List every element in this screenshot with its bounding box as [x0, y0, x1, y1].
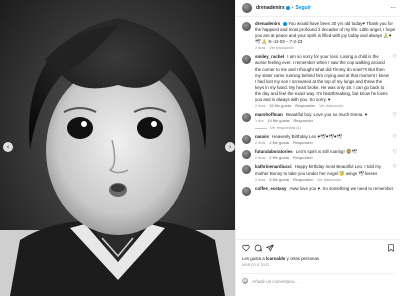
commenter-avatar[interactable] — [242, 150, 251, 160]
author-username[interactable]: drenadenirs — [256, 5, 285, 11]
comment-time: 2 días — [255, 104, 266, 109]
see-translation-link[interactable]: Ver traducción — [319, 104, 343, 108]
reply-button[interactable]: Responder — [293, 156, 313, 160]
boy-portrait-image — [0, 0, 235, 296]
post-actions: Les gusta a lcarnaldo y otras personas M… — [236, 239, 400, 296]
likes-suffix[interactable]: y otras personas — [285, 256, 319, 261]
caption-time: 2 días — [255, 46, 266, 51]
post-sidebar: drenadenirs • Seguir ··· drenadenirs You… — [235, 0, 400, 296]
author-avatar[interactable] — [242, 22, 251, 31]
like-comment-heart-icon[interactable]: ♡ — [393, 54, 397, 108]
follow-button[interactable]: Seguir — [295, 5, 311, 11]
separator-dot: • — [291, 5, 294, 11]
comment-time: 2 días — [255, 141, 266, 146]
comment-time: 1 día — [255, 119, 264, 124]
comment-likes[interactable]: 10 Me gusta — [268, 119, 290, 123]
comment-time: 2 días — [255, 156, 266, 161]
comment-likes[interactable]: 2 Me gusta — [269, 156, 289, 160]
commenter-username[interactable]: coffee_ecstasy — [255, 186, 287, 191]
comment-item: smiley_rachel I am so sorry for your los… — [236, 54, 400, 108]
commenter-avatar[interactable] — [242, 186, 251, 196]
verified-badge-icon — [285, 6, 290, 10]
comment-text: I am so sorry for your loss. Losing a ch… — [255, 54, 389, 103]
add-comment-bar[interactable]: ☺ Añade un comentario... — [242, 273, 395, 285]
caption-username[interactable]: drenadenirs — [255, 21, 280, 26]
previous-image-button[interactable]: ‹ — [3, 142, 13, 152]
comment-likes[interactable]: 2 Me gusta — [269, 141, 289, 145]
comment-text: Beautiful boy. Love you so much Drena. ♥ — [286, 112, 368, 118]
commenter-avatar[interactable] — [242, 135, 251, 145]
commenter-username[interactable]: nauvis — [255, 134, 269, 139]
more-options-icon[interactable]: ··· — [390, 5, 396, 12]
add-comment-input[interactable]: Añade un comentario... — [252, 279, 297, 284]
view-replies-label[interactable]: Ver respuestas (1) — [270, 126, 301, 130]
verified-badge-icon — [283, 21, 288, 26]
comment-likes[interactable]: 5 Me gusta — [269, 178, 289, 182]
reply-button[interactable]: Responder — [293, 119, 313, 123]
comment-time: 2 días — [255, 177, 266, 182]
like-comment-heart-icon[interactable]: ♡ — [393, 164, 397, 181]
reply-button[interactable]: Responder — [293, 178, 313, 182]
comment-item: futuralaboratories Leo's spirit is still… — [236, 149, 400, 160]
commenter-username[interactable]: futuralaboratories — [255, 149, 293, 154]
comment-text: Aww love you ♥. So something we need to … — [289, 185, 394, 191]
comment-text: Heavenly Birthday Leo ♥🕊♥🕊♥🕊 — [272, 134, 343, 140]
replies-divider — [255, 127, 267, 129]
comment-item: marshoffman Beautiful boy. Love you so m… — [236, 112, 400, 130]
post-date: MARZO 8 2023 — [242, 263, 270, 267]
comment-icon[interactable] — [254, 244, 262, 252]
see-translation-link[interactable]: Ver traducción — [317, 178, 341, 182]
like-comment-heart-icon[interactable]: ♡ — [393, 134, 397, 145]
next-image-button[interactable]: › — [225, 142, 235, 152]
commenter-avatar[interactable] — [242, 55, 251, 65]
comment-item: nauvis Heavenly Birthday Leo ♥🕊♥🕊♥🕊 2 dí… — [236, 134, 400, 145]
comment-item: coffee_ecstasy Aww love you ♥. So someth… — [236, 186, 400, 196]
comment-text: Leo's spirit is still roaring! 🦁🕊 — [295, 149, 357, 155]
like-comment-heart-icon[interactable]: ♡ — [393, 112, 397, 130]
comment-likes[interactable]: 10 Me gusta — [269, 104, 291, 108]
commenter-avatar[interactable] — [242, 165, 251, 175]
like-heart-icon[interactable] — [242, 244, 250, 252]
author-avatar[interactable] — [242, 3, 252, 13]
like-comment-heart-icon[interactable]: ♡ — [393, 149, 397, 160]
commenter-username[interactable]: kathrinenardiucci — [255, 164, 292, 169]
save-bookmark-icon[interactable] — [387, 244, 395, 252]
caption: drenadenirs You would have been 20 yrs o… — [236, 21, 400, 50]
share-icon[interactable] — [266, 244, 274, 252]
reply-button[interactable]: Responder — [293, 141, 313, 145]
emoji-picker-icon[interactable]: ☺ — [242, 278, 248, 285]
commenter-avatar[interactable] — [242, 113, 251, 123]
comment-item: kathrinenardiucci Happy birthday most Be… — [236, 164, 400, 182]
post-header: drenadenirs • Seguir ··· — [236, 0, 400, 17]
commenter-username[interactable]: smiley_rachel — [255, 54, 284, 59]
post-photo[interactable]: ‹ › — [0, 0, 235, 296]
likes-user[interactable]: lcarnaldo — [266, 256, 286, 261]
likes-summary[interactable]: Les gusta a lcarnaldo y otras personas — [242, 256, 395, 261]
see-translation-link[interactable]: Ver traducción — [269, 46, 293, 50]
commenter-username[interactable]: marshoffman — [255, 112, 283, 117]
comments-list[interactable]: drenadenirs You would have been 20 yrs o… — [236, 17, 400, 239]
likes-prefix: Les gusta a — [242, 256, 266, 261]
action-icons — [242, 244, 395, 252]
reply-button[interactable]: Responder — [295, 104, 315, 108]
view-replies-button[interactable]: Ver respuestas (1) — [255, 126, 391, 130]
